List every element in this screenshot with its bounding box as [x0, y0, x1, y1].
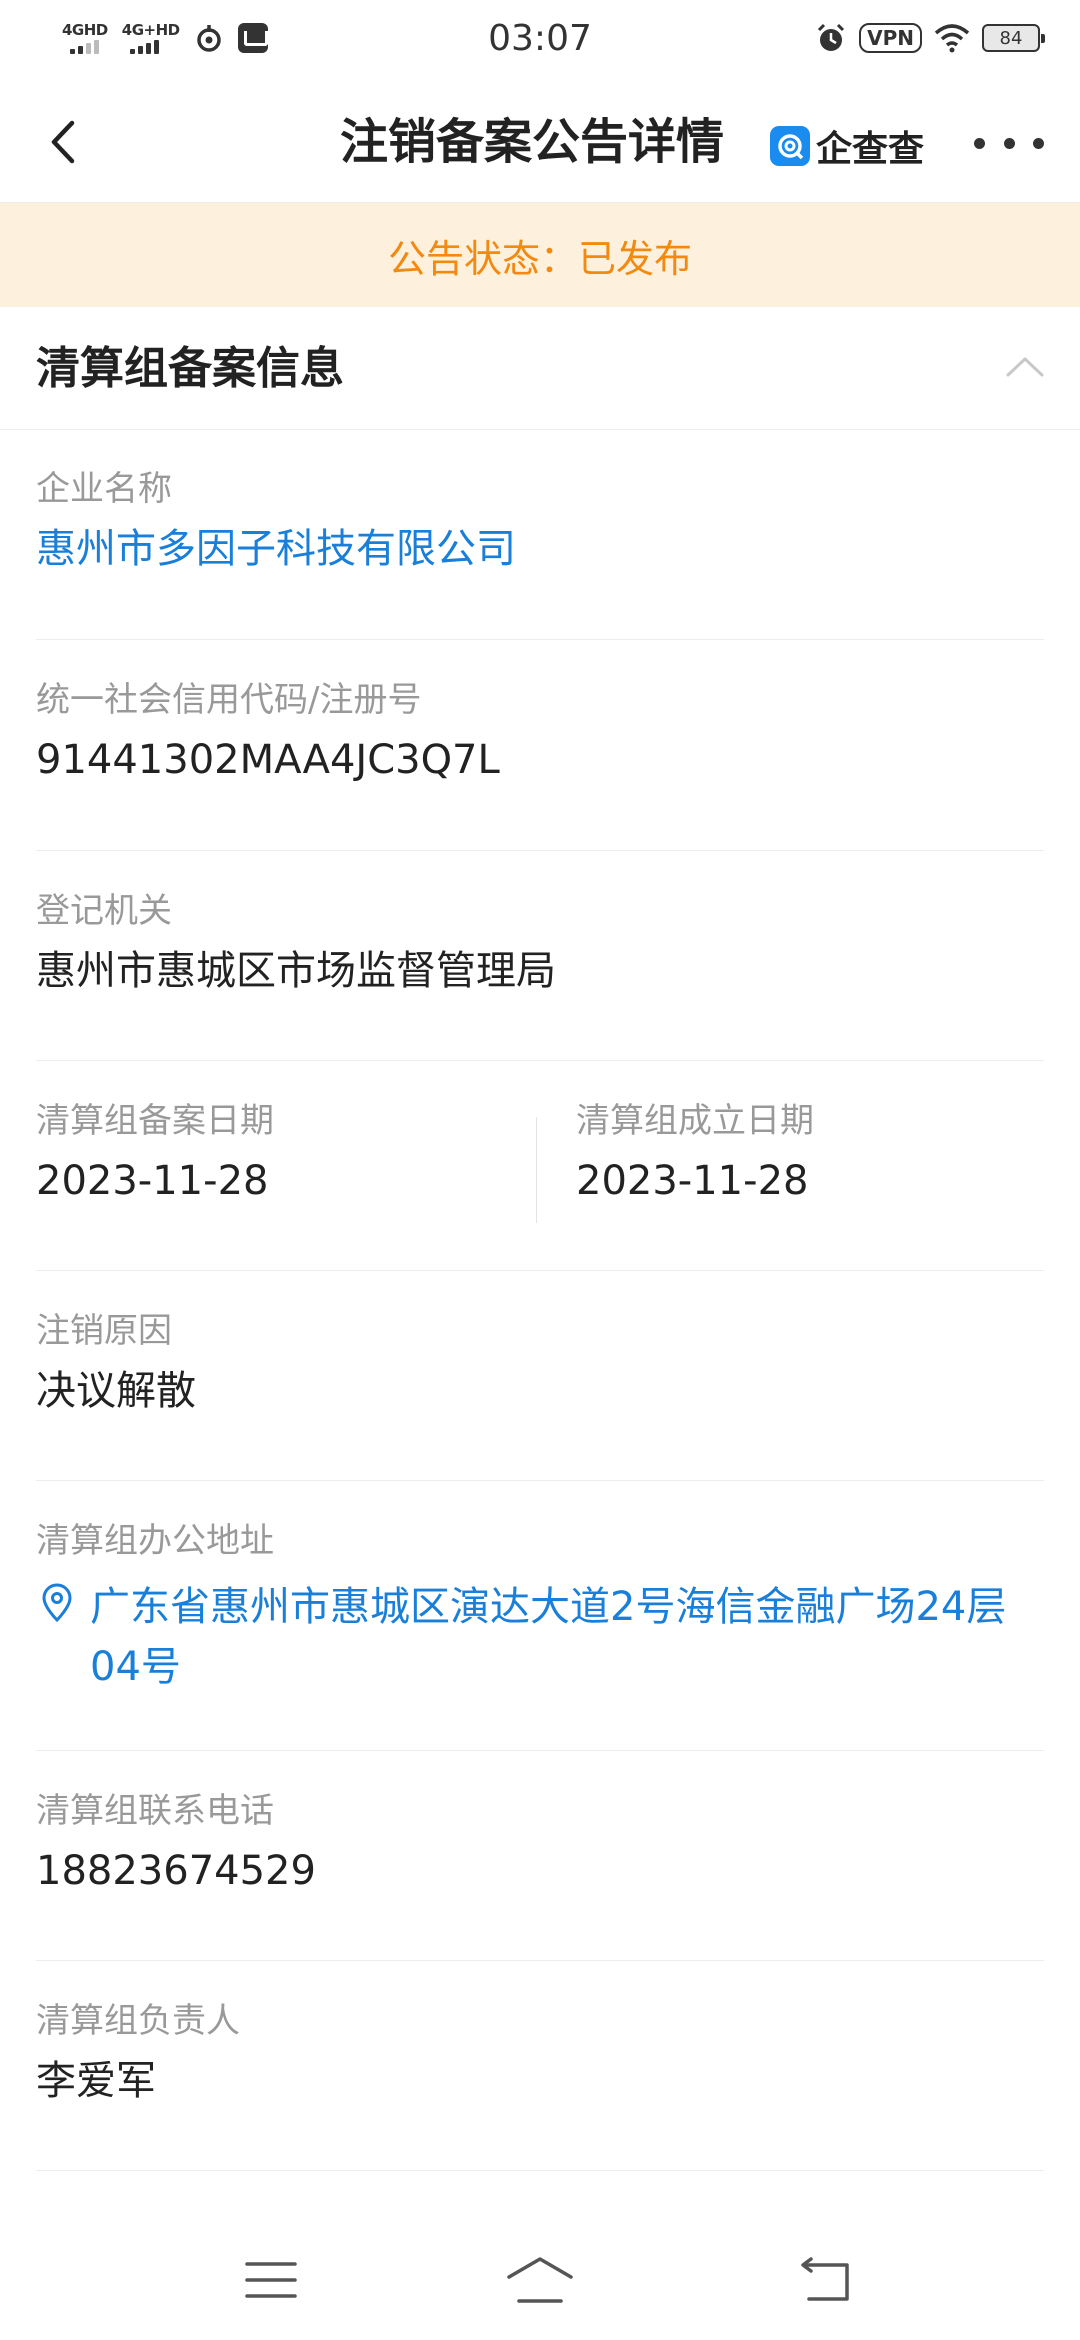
- status-banner-text: 公告状态：已发布: [387, 236, 692, 281]
- credit-code-value: 91441302MAA4JC3Q7L: [36, 737, 500, 783]
- field-label: 登记机关: [36, 891, 172, 931]
- field-label: 清算组负责人: [36, 2001, 240, 2041]
- more-icon-dot: [1033, 137, 1044, 149]
- field-leader: 清算组负责人 李爱军: [36, 1961, 1044, 2171]
- back-nav-button[interactable]: [780, 2240, 870, 2320]
- back-icon: [51, 120, 75, 164]
- home-button[interactable]: [495, 2240, 585, 2320]
- field-dates: 清算组备案日期 2023-11-28 清算组成立日期 2023-11-28: [36, 1061, 1044, 1271]
- field-label: 清算组联系电话: [36, 1791, 274, 1831]
- battery-icon: 84: [982, 24, 1045, 52]
- chevron-up-icon[interactable]: [1000, 347, 1050, 387]
- company-name-link[interactable]: 惠州市多因子科技有限公司: [36, 525, 516, 573]
- app-header: 注销备案公告详情 企查查: [0, 84, 1080, 203]
- location-pin-icon: [42, 1583, 72, 1623]
- section-header[interactable]: 清算组备案信息: [0, 307, 1080, 430]
- wifi-icon: [934, 24, 970, 53]
- brand-logo-icon: [770, 126, 810, 166]
- established-date-value: 2023-11-28: [576, 1158, 809, 1204]
- back-nav-icon: [801, 2257, 849, 2301]
- status-bar: 4GHD 4G+HD 03:07 VPN 84: [0, 0, 1080, 84]
- field-phone: 清算组联系电话 18823674529: [36, 1751, 1044, 1961]
- vpn-badge: VPN: [859, 23, 922, 53]
- field-credit-code: 统一社会信用代码/注册号 91441302MAA4JC3Q7L: [36, 640, 1044, 851]
- field-address: 清算组办公地址 广东省惠州市惠城区演达大道2号海信金融广场24层04号: [36, 1481, 1044, 1751]
- field-label: 清算组办公地址: [36, 1521, 274, 1561]
- battery-level: 84: [999, 27, 1023, 49]
- address-value: 广东省惠州市惠城区演达大道2号海信金融广场24层04号: [90, 1584, 1007, 1690]
- system-nav-bar: [0, 2220, 1080, 2340]
- brand-name: 企查查: [816, 129, 925, 170]
- established-date-column: 清算组成立日期 2023-11-28: [576, 1061, 1044, 1270]
- field-label: 注销原因: [36, 1311, 172, 1351]
- field-authority: 登记机关 惠州市惠城区市场监督管理局: [36, 851, 1044, 1061]
- menu-icon: [245, 2262, 297, 2298]
- status-right-icons: VPN 84: [815, 22, 1045, 54]
- more-icon-dot: [1003, 137, 1015, 149]
- more-icon-dot: [974, 137, 985, 149]
- field-label: 统一社会信用代码/注册号: [36, 680, 422, 720]
- brand-link[interactable]: 企查查: [770, 120, 924, 172]
- field-label: 企业名称: [36, 469, 172, 509]
- reason-value: 决议解散: [36, 1368, 196, 1414]
- leader-value: 李爱军: [36, 2058, 156, 2104]
- home-icon: [507, 2257, 573, 2303]
- phone-value[interactable]: 18823674529: [36, 1847, 316, 1895]
- filing-date-value: 2023-11-28: [36, 1158, 269, 1204]
- more-button[interactable]: [974, 118, 1044, 168]
- filing-date-column: 清算组备案日期 2023-11-28: [36, 1061, 536, 1270]
- page-title: 注销备案公告详情: [340, 114, 725, 170]
- column-divider: [536, 1117, 537, 1223]
- back-button[interactable]: [36, 114, 92, 170]
- field-company: 企业名称 惠州市多因子科技有限公司: [36, 429, 1044, 640]
- field-reason: 注销原因 决议解散: [36, 1271, 1044, 1481]
- field-label: 清算组备案日期: [36, 1101, 274, 1141]
- section-title: 清算组备案信息: [36, 343, 344, 394]
- authority-value: 惠州市惠城区市场监督管理局: [36, 948, 556, 994]
- status-banner: 公告状态：已发布: [0, 203, 1080, 307]
- menu-button[interactable]: [226, 2240, 316, 2320]
- field-label: 清算组成立日期: [576, 1101, 814, 1141]
- alarm-icon: [818, 23, 845, 51]
